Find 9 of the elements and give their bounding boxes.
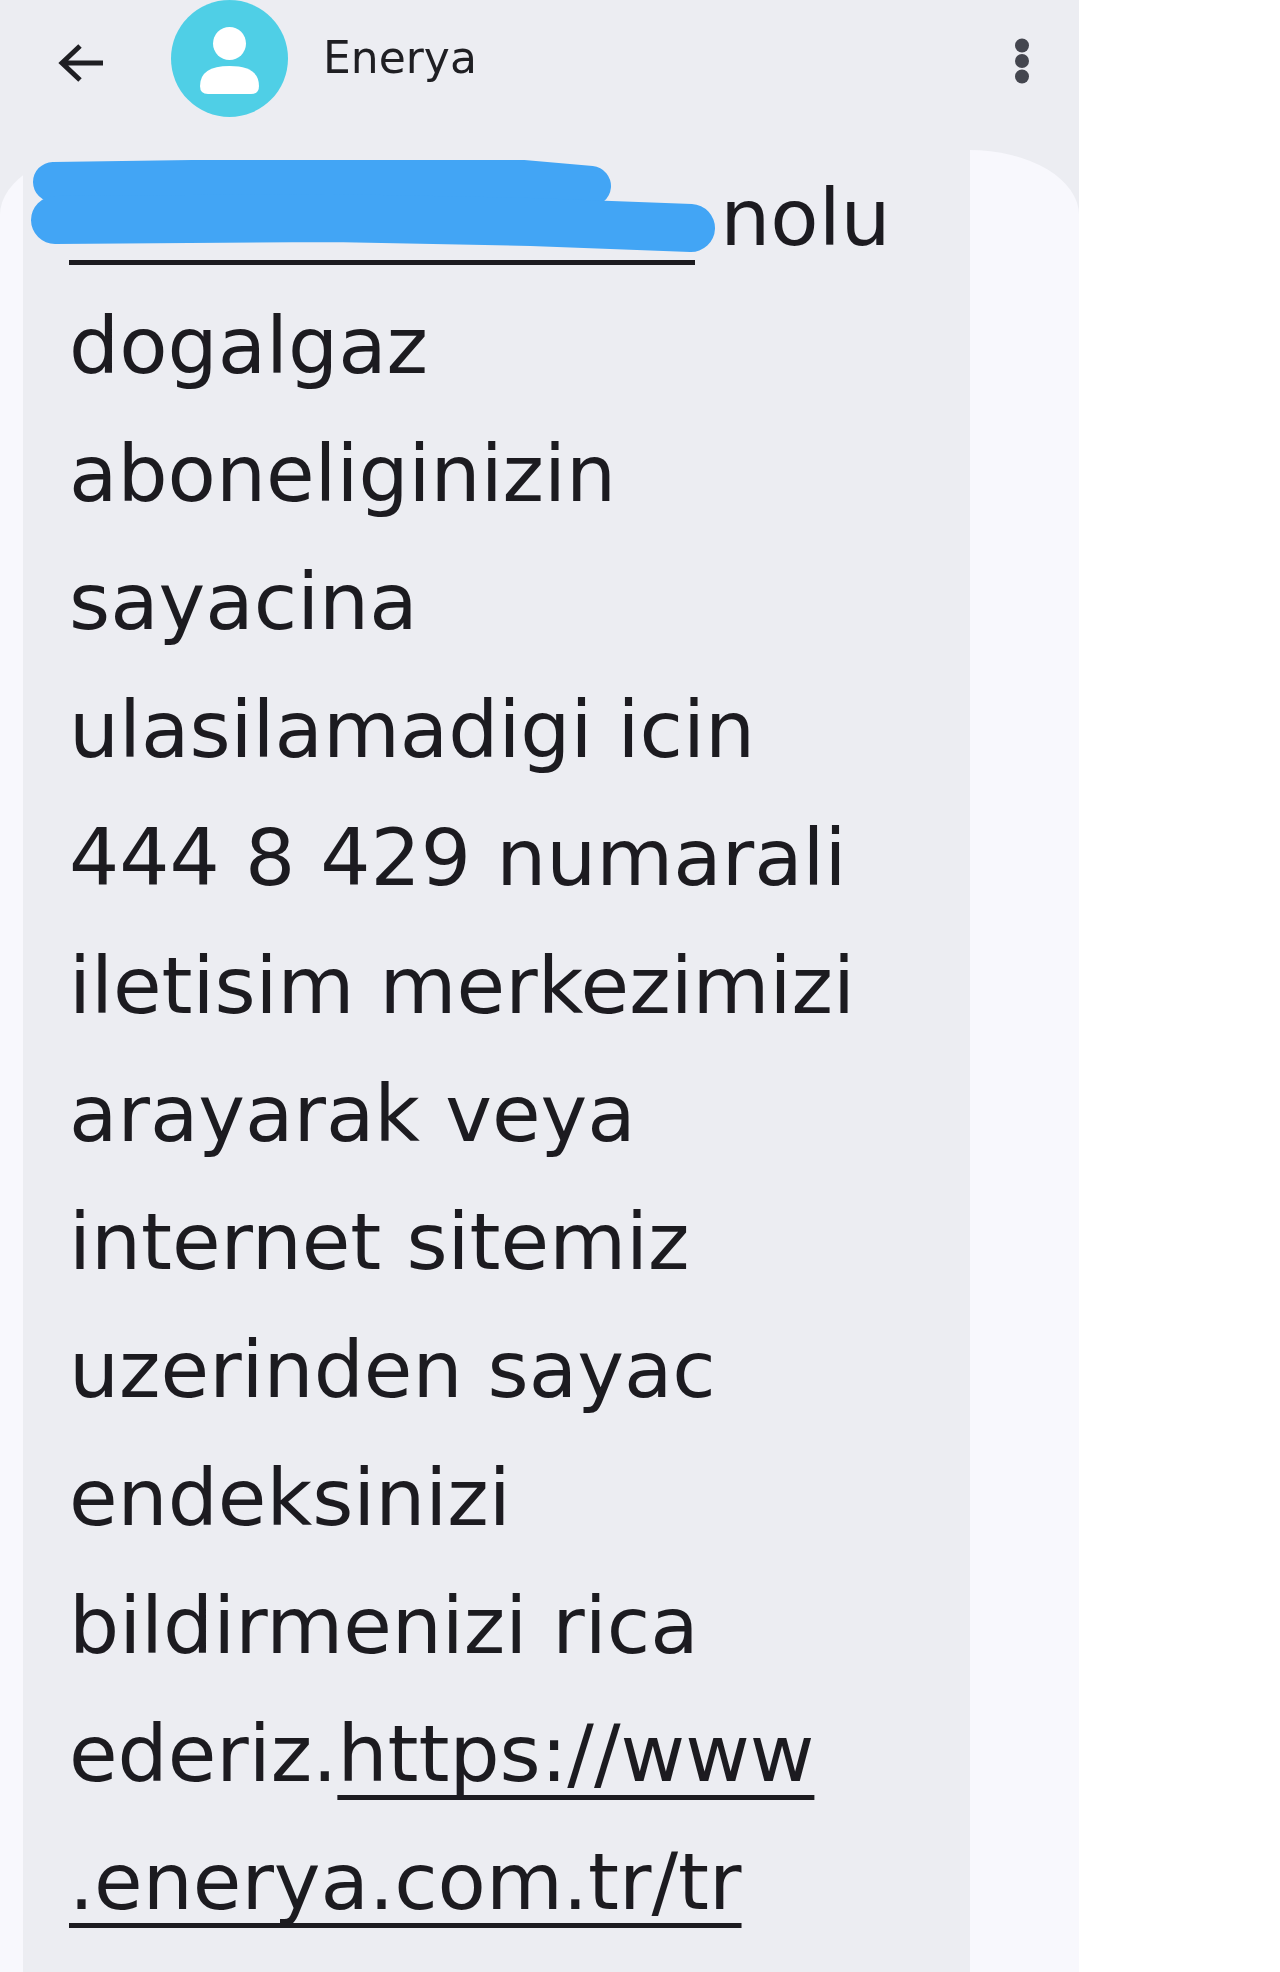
back-button[interactable] xyxy=(57,42,105,83)
message-text: nolu dogalgaz aboneliginizin sayacina ulasilamadigi icin 444 8 429 numarali iletisim merkezimizi arayarak veya internet sitemiz uzerinden sayac endeksinizi bildirmenizi rica ederiz.https://www .enerya.com.tr/tr xyxy=(69,154,970,1946)
more-icon xyxy=(1014,37,1030,84)
back-arrow-icon xyxy=(57,42,105,83)
message-link[interactable]: https://www xyxy=(337,1708,815,1800)
more-options-button[interactable] xyxy=(1014,37,1030,84)
person-avatar-icon xyxy=(171,0,288,117)
message-link[interactable]: .enerya.com.tr/tr xyxy=(69,1836,742,1928)
contact-name: Enerya xyxy=(323,32,477,85)
